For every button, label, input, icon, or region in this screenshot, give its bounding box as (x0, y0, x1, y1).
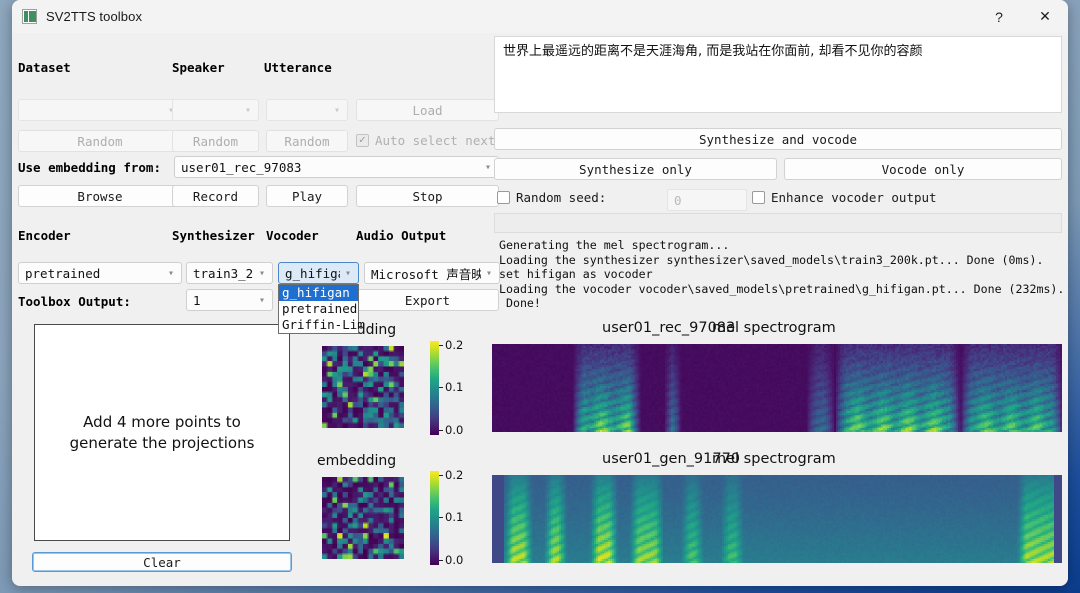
export-button[interactable]: Export (356, 289, 499, 311)
colorbar-tick-2: 0.0 (445, 423, 463, 437)
synthesize-only-button[interactable]: Synthesize only (494, 158, 777, 180)
mel-spectrogram-2 (492, 475, 1062, 563)
chevron-down-icon: ▾ (481, 268, 497, 279)
close-button[interactable]: ✕ (1022, 0, 1068, 33)
vocode-only-button[interactable]: Vocode only (784, 158, 1062, 180)
synthesizer-label: Synthesizer (172, 228, 255, 243)
stop-button[interactable]: Stop (356, 185, 499, 207)
vocoder-select[interactable]: g_hifigan ▾ (278, 262, 359, 284)
checkbox-icon (752, 191, 765, 204)
spectrogram-suffix-1: mel spectrogram (712, 320, 836, 336)
chevron-down-icon: ▾ (254, 295, 270, 306)
load-button[interactable]: Load (356, 99, 499, 121)
audio-output-label: Audio Output (356, 228, 446, 243)
enhance-vocoder-checkbox[interactable]: Enhance vocoder output (752, 190, 937, 205)
record-button[interactable]: Record (172, 185, 259, 207)
auto-select-next-checkbox[interactable]: ✓ Auto select next (356, 133, 495, 148)
auto-select-next-label: Auto select next (375, 133, 495, 148)
vocoder-dropdown-popup[interactable]: g_hifigan pretrained Griffin-Lim (278, 284, 359, 334)
random-seed-checkbox[interactable]: Random seed: (497, 190, 606, 205)
toolbox-output-select[interactable]: 1 ▾ (186, 289, 273, 311)
mel-spectrogram-1 (492, 344, 1062, 432)
audio-output-value: Microsoft 声音映射 (371, 264, 481, 283)
utterance-select[interactable]: ▾ (266, 99, 348, 121)
encoder-select[interactable]: pretrained ▾ (18, 262, 182, 284)
help-button[interactable]: ? (976, 0, 1022, 33)
utterance-text-input[interactable]: 世界上最遥远的距离不是天涯海角, 而是我站在你面前, 却看不见你的容颜 (494, 36, 1062, 113)
chevron-down-icon: ▾ (240, 105, 256, 116)
checkbox-checked-icon: ✓ (356, 134, 369, 147)
audio-output-select[interactable]: Microsoft 声音映射 ▾ (364, 262, 500, 284)
title-bar: SV2TTS toolbox ? ✕ (12, 0, 1068, 33)
projection-message: Add 4 more points togenerate the project… (70, 412, 255, 453)
colorbar-tick-1: 0.1 (445, 380, 463, 394)
random-seed-value: 0 (674, 193, 744, 208)
progress-bar (494, 213, 1062, 233)
use-embedding-value: user01_rec_97083 (181, 160, 480, 175)
utterance-text-value: 世界上最遥远的距离不是天涯海角, 而是我站在你面前, 却看不见你的容颜 (503, 44, 923, 59)
clear-button[interactable]: Clear (32, 552, 292, 572)
synthesize-and-vocode-button[interactable]: Synthesize and vocode (494, 128, 1062, 150)
toolbox-output-value: 1 (193, 293, 254, 308)
window-title: SV2TTS toolbox (46, 9, 142, 24)
dataset-label: Dataset (18, 60, 71, 75)
checkbox-icon (497, 191, 510, 204)
use-embedding-label: Use embedding from: (18, 160, 161, 175)
play-button[interactable]: Play (266, 185, 348, 207)
browse-button[interactable]: Browse (18, 185, 182, 207)
random-seed-label: Random seed: (516, 190, 606, 205)
colorbar-tick-1: 0.1 (445, 510, 463, 524)
encoder-select-value: pretrained (25, 266, 163, 281)
speaker-label: Speaker (172, 60, 225, 75)
random-speaker-button[interactable]: Random (172, 130, 259, 152)
embedding-heatmap-1 (322, 346, 404, 428)
chevron-down-icon: ▾ (329, 105, 345, 116)
main-window: SV2TTS toolbox ? ✕ Dataset Speaker Utter… (12, 0, 1068, 586)
colorbar-ticks-2: 0.2 0.1 0.0 (430, 471, 500, 565)
use-embedding-select[interactable]: user01_rec_97083 ▾ (174, 156, 499, 178)
embedding-title-2: embedding (317, 453, 396, 469)
colorbar-ticks-1: 0.2 0.1 0.0 (430, 341, 500, 435)
spectrogram-suffix-2: mel spectrogram (712, 451, 836, 467)
random-seed-input[interactable]: 0 (667, 189, 747, 211)
encoder-label: Encoder (18, 228, 71, 243)
embedding-heatmap-2 (322, 477, 404, 559)
umap-projection-panel[interactable]: Add 4 more points togenerate the project… (34, 324, 290, 541)
colorbar-tick-0: 0.2 (445, 338, 463, 352)
colorbar-tick-0: 0.2 (445, 468, 463, 482)
random-dataset-button[interactable]: Random (18, 130, 182, 152)
utterance-label: Utterance (264, 60, 332, 75)
chevron-down-icon: ▾ (163, 268, 179, 279)
chevron-down-icon: ▾ (254, 268, 270, 279)
synthesizer-select-value: train3_20 (193, 266, 254, 281)
window-controls: ? ✕ (976, 0, 1068, 33)
vocoder-option-0[interactable]: g_hifigan (279, 285, 358, 301)
enhance-vocoder-label: Enhance vocoder output (771, 190, 937, 205)
app-icon (22, 9, 37, 24)
random-utterance-button[interactable]: Random (266, 130, 348, 152)
log-output: Generating the mel spectrogram... Loadin… (499, 238, 1064, 311)
toolbox-output-label: Toolbox Output: (18, 294, 131, 309)
vocoder-option-2[interactable]: Griffin-Lim (279, 317, 358, 333)
synthesizer-select[interactable]: train3_20 ▾ (186, 262, 273, 284)
vocoder-option-1[interactable]: pretrained (279, 301, 358, 317)
vocoder-label: Vocoder (266, 228, 319, 243)
colorbar-tick-2: 0.0 (445, 553, 463, 567)
chevron-down-icon: ▾ (340, 268, 356, 279)
vocoder-select-value: g_hifigan (285, 266, 340, 281)
speaker-select[interactable]: ▾ (172, 99, 259, 121)
dataset-select[interactable]: ▾ (18, 99, 182, 121)
